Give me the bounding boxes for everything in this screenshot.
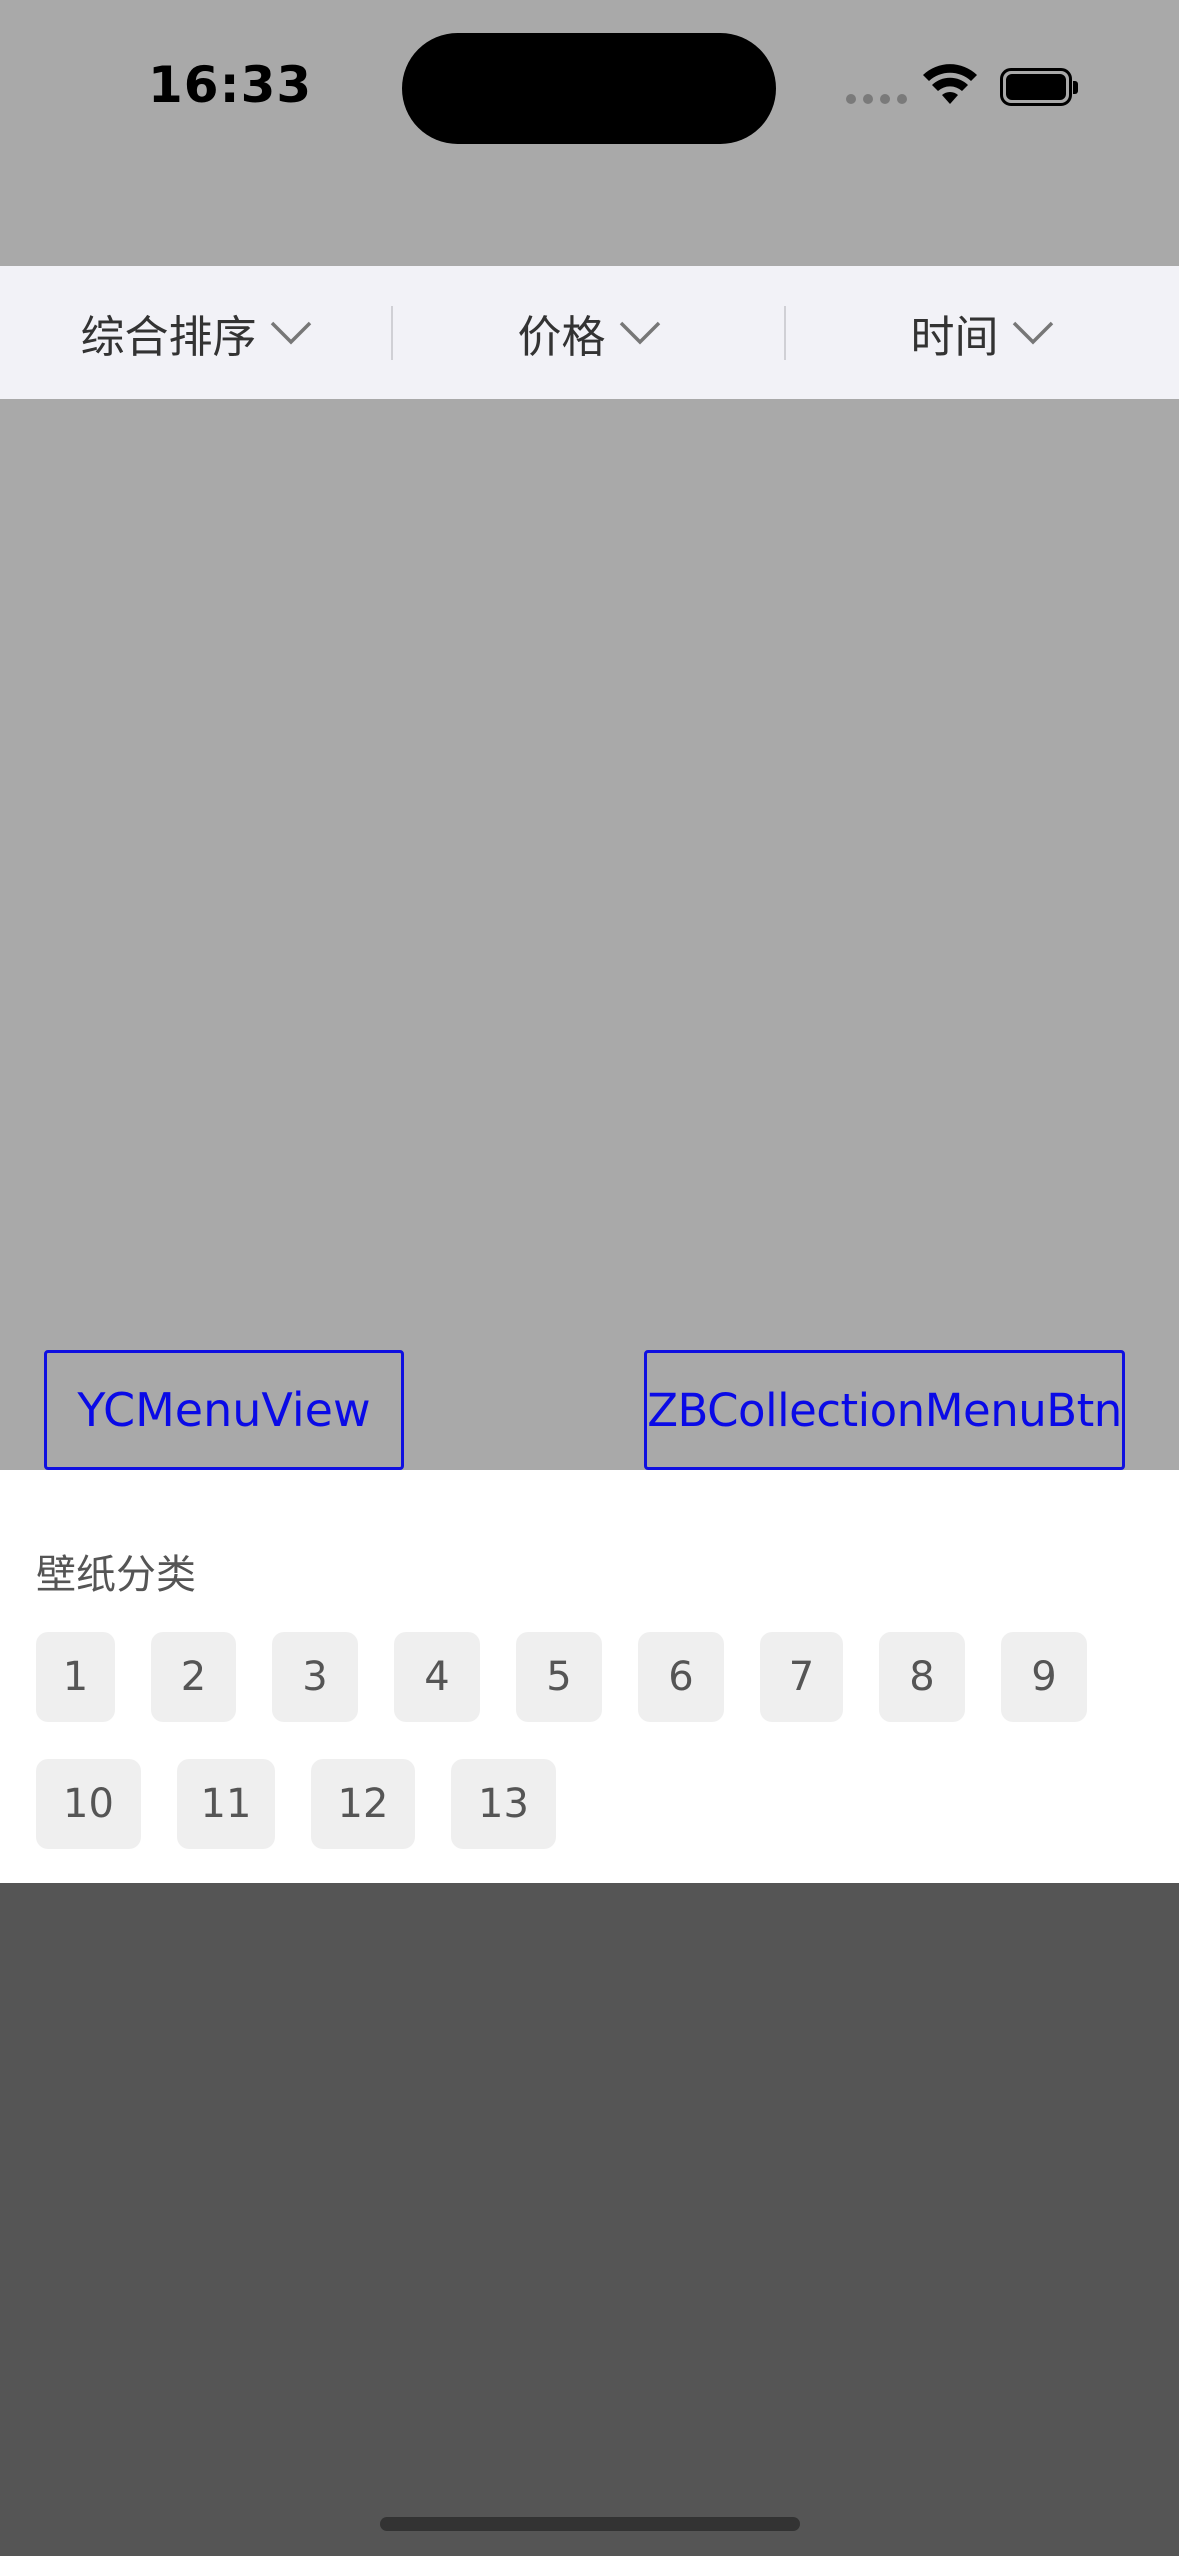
filter-label: 价格 [517,311,606,363]
category-chip-1[interactable]: 1 [36,1632,115,1722]
category-chip-2[interactable]: 2 [151,1632,236,1722]
status-time: 16:33 [148,56,313,114]
status-bar: 16:33 [0,0,1179,170]
category-chip-5[interactable]: 5 [516,1632,602,1722]
filter-label: 综合排序 [80,311,257,363]
filter-price[interactable]: 价格 [393,266,786,399]
wifi-icon [923,64,977,104]
battery-icon [1000,68,1078,106]
chevron-down-icon [1012,321,1053,344]
category-chip-13[interactable]: 13 [451,1759,556,1849]
cellular-signal-icon [846,94,907,104]
home-indicator[interactable] [380,2517,800,2531]
category-chip-3[interactable]: 3 [272,1632,358,1722]
category-chip-12[interactable]: 12 [311,1759,415,1849]
category-chip-7[interactable]: 7 [760,1632,843,1722]
category-chip-4[interactable]: 4 [394,1632,480,1722]
category-chip-11[interactable]: 11 [177,1759,275,1849]
zbcollectionmenubtn-button[interactable]: ZBCollectionMenuBtn [644,1350,1125,1470]
category-chip-10[interactable]: 10 [36,1759,141,1849]
filter-sort-comprehensive[interactable]: 综合排序 [0,266,393,399]
chevron-down-icon [619,321,660,344]
category-chip-9[interactable]: 9 [1001,1632,1087,1722]
dynamic-island [402,33,776,144]
dim-overlay[interactable] [0,1883,1179,2556]
filter-time[interactable]: 时间 [786,266,1179,399]
ycmenuview-button[interactable]: YCMenuView [44,1350,404,1470]
filter-bar: 综合排序 价格 时间 [0,266,1179,399]
category-panel: 壁纸分类 1 2 3 4 5 6 7 8 9 10 11 12 13 [0,1470,1179,1883]
category-chip-6[interactable]: 6 [638,1632,724,1722]
chevron-down-icon [270,321,311,344]
category-chip-8[interactable]: 8 [879,1632,965,1722]
panel-title: 壁纸分类 [36,1552,196,1598]
filter-label: 时间 [910,311,999,363]
